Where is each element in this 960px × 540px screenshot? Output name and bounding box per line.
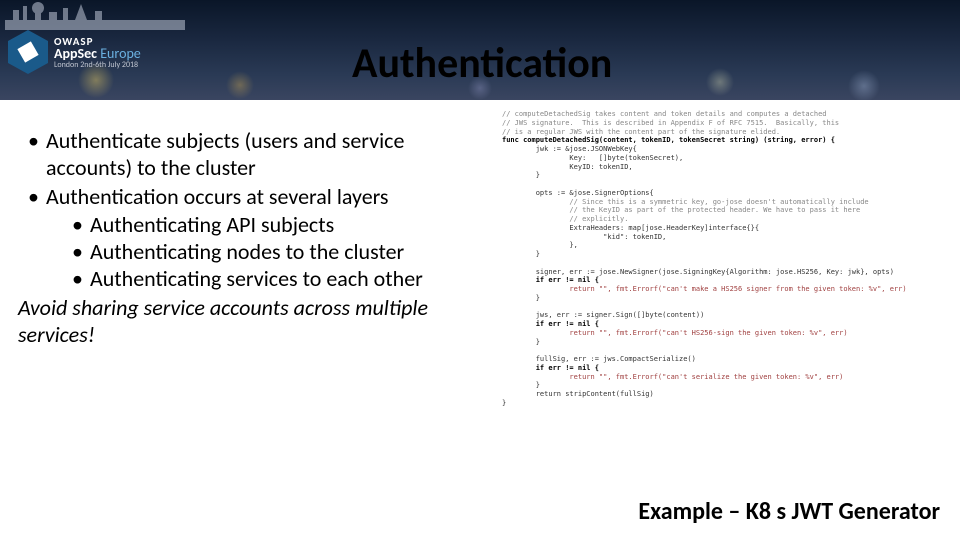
brand-text: OWASP AppSec Europe London 2nd-6th July … (54, 36, 141, 69)
page-title: Authentication (352, 38, 612, 89)
footnote: Avoid sharing service accounts across mu… (18, 295, 492, 349)
example-caption: Example – K8 s JWT Generator (638, 497, 940, 526)
code-snippet: // computeDetachedSig takes content and … (502, 110, 942, 450)
code-column: // computeDetachedSig takes content and … (502, 128, 942, 468)
sub-bullet-item: Authenticating API subjects (46, 212, 492, 239)
owasp-logo-icon (8, 30, 48, 74)
bullet-item: Authenticate subjects (users and service… (18, 128, 492, 182)
content-area: Authenticate subjects (users and service… (0, 100, 960, 468)
brand-europe: Europe (100, 45, 141, 62)
sub-bullet-item: Authenticating nodes to the cluster (46, 239, 492, 266)
sub-bullet-item: Authenticating services to each other (46, 266, 492, 293)
bullet-item: Authentication occurs at several layers … (18, 184, 492, 293)
skyline-silhouette (5, 2, 185, 30)
brand-appsec: AppSec (54, 45, 97, 62)
brand-subtitle: London 2nd-6th July 2018 (54, 61, 141, 69)
bullet-text: Authentication occurs at several layers (46, 183, 389, 210)
header-banner: OWASP AppSec Europe London 2nd-6th July … (0, 0, 960, 100)
bullet-column: Authenticate subjects (users and service… (18, 128, 492, 468)
